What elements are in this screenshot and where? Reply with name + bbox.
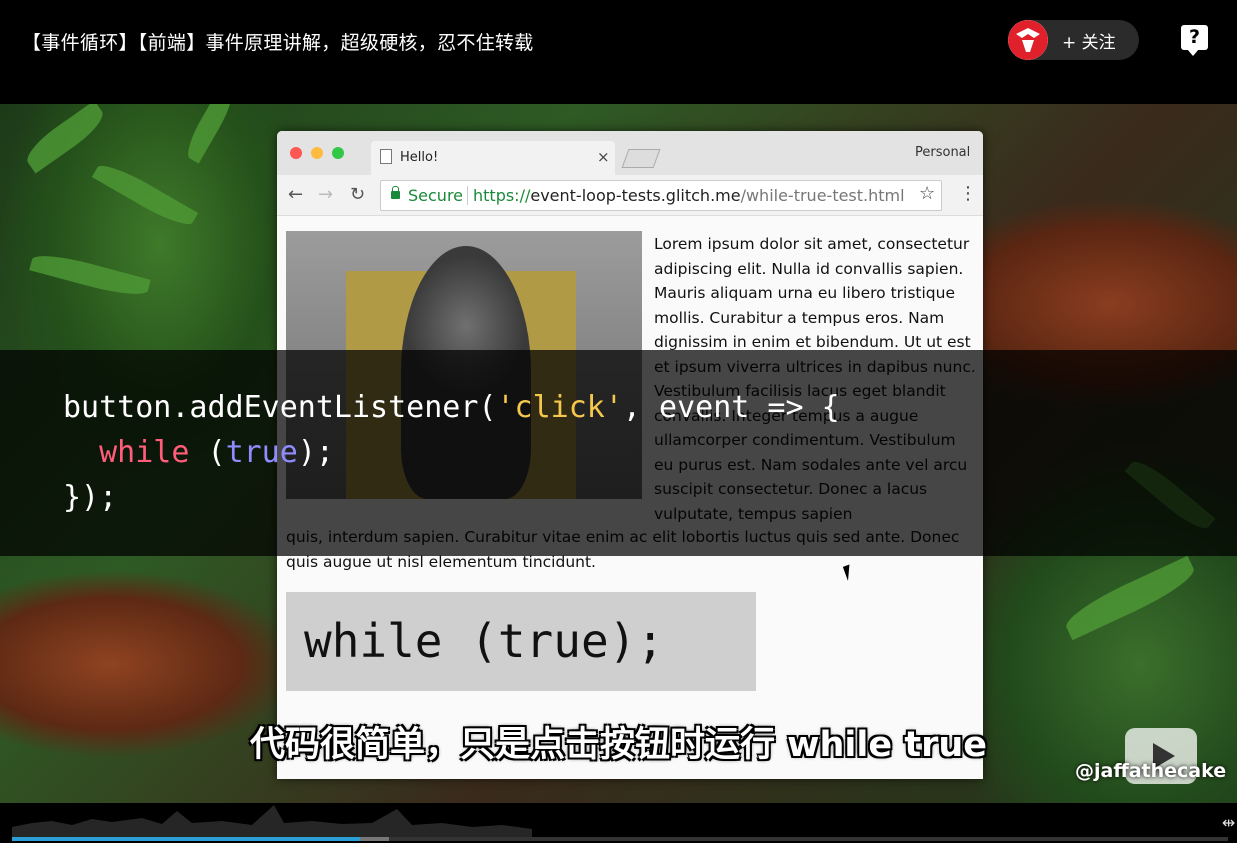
leaf-decor [91, 157, 199, 233]
tab-title: Hello! [400, 150, 439, 165]
code-token: button.addEventListener( [63, 390, 497, 425]
uploader-logo-icon [1008, 20, 1048, 60]
reload-icon[interactable]: ↻ [350, 184, 365, 205]
code-boolean: true [225, 435, 298, 470]
heat-waveform [12, 805, 532, 837]
lock-icon [391, 186, 400, 199]
profile-label[interactable]: Personal [915, 145, 970, 160]
menu-kebab-icon[interactable]: ⋮ [959, 183, 977, 204]
new-tab-button[interactable] [621, 149, 661, 168]
leaf-decor [29, 248, 151, 302]
browser-tabbar: Hello! × Personal [277, 131, 983, 175]
secure-label: Secure [408, 186, 464, 205]
code-line-3: }); [63, 480, 118, 515]
code-token: ); [297, 435, 334, 470]
code-image: while (true); [286, 592, 756, 691]
video-frame[interactable]: Hello! × Personal ← → ↻ Secure https://e… [0, 104, 1237, 803]
page-icon [380, 149, 392, 164]
progress-buffer [360, 837, 389, 841]
minimize-window-dot[interactable] [311, 147, 323, 159]
browser-tab[interactable]: Hello! × [371, 141, 615, 175]
bookmark-star-icon[interactable]: ☆ [919, 183, 935, 204]
code-line-2: while (true); [63, 435, 334, 470]
follow-pill[interactable]: + 关注 [1008, 20, 1139, 60]
close-window-dot[interactable] [290, 147, 302, 159]
leaf-decor [20, 104, 110, 174]
code-keyword: while [99, 435, 190, 470]
watermark-handle: @jaffathecake [1075, 760, 1227, 782]
player-progress[interactable]: ⇹ [0, 803, 1237, 843]
video-header: 【事件循环】【前端】事件原理讲解，超级硬核，忍不住转载 + 关注 ? [0, 0, 1237, 104]
url-scheme: https:// [473, 186, 531, 205]
maximize-window-dot[interactable] [332, 147, 344, 159]
collapse-icon[interactable]: ⇹ [1222, 813, 1235, 832]
video-title: 【事件循环】【前端】事件原理讲解，超级硬核，忍不住转载 [22, 32, 534, 54]
code-image-text: while (true); [304, 614, 665, 668]
code-line-1: button.addEventListener('click', event =… [63, 390, 840, 425]
divider [467, 186, 468, 205]
browser-toolbar: ← → ↻ Secure https://event-loop-tests.gl… [277, 175, 983, 216]
code-string: 'click' [496, 390, 623, 425]
leaf-decor [181, 104, 239, 164]
back-arrow-icon[interactable]: ← [288, 184, 303, 205]
leaf-decor [1060, 555, 1200, 641]
address-bar[interactable]: Secure https://event-loop-tests.glitch.m… [380, 180, 942, 211]
progress-fill [12, 837, 360, 841]
code-token: ( [189, 435, 226, 470]
uploader-avatar[interactable] [1008, 20, 1048, 60]
subtitle-caption: 代码很简单，只是点击按钮时运行 while true [249, 725, 987, 765]
forward-arrow-icon[interactable]: → [318, 184, 333, 205]
code-token: , event => { [622, 390, 840, 425]
help-icon[interactable]: ? [1181, 25, 1208, 56]
tab-close-icon[interactable]: × [597, 148, 610, 166]
url-path: /while-true-test.html [740, 186, 905, 205]
code-overlay: button.addEventListener('click', event =… [0, 350, 1237, 556]
follow-button[interactable]: + 关注 [1062, 28, 1116, 53]
url-text[interactable]: https://event-loop-tests.glitch.me/while… [473, 186, 905, 205]
url-host: event-loop-tests.glitch.me [530, 186, 741, 205]
